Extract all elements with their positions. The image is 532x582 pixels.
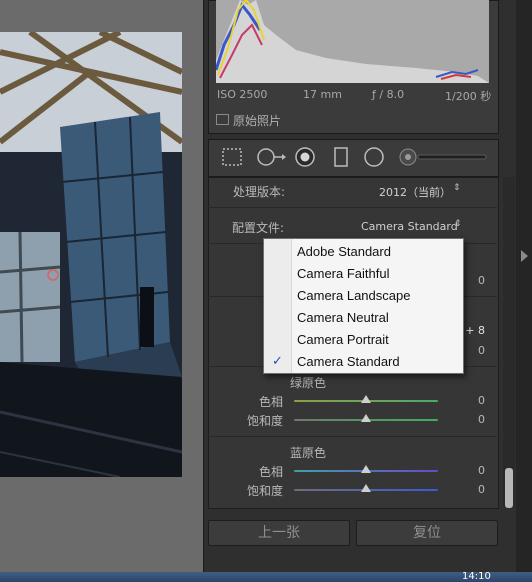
exif-iso: ISO 2500 bbox=[217, 88, 268, 101]
menu-item-camera-portrait[interactable]: Camera Portrait bbox=[297, 332, 389, 347]
photo-canvas[interactable] bbox=[0, 0, 203, 582]
panel-scrollbar-thumb[interactable] bbox=[505, 468, 513, 508]
check-icon: ✓ bbox=[272, 353, 283, 368]
process-version-label: 处理版本: bbox=[233, 185, 286, 199]
expand-arrow-icon[interactable] bbox=[521, 250, 528, 262]
green-primary-title: 绿原色 bbox=[290, 376, 327, 390]
panel-scrollbar[interactable] bbox=[503, 177, 515, 507]
divider bbox=[208, 436, 497, 437]
divider bbox=[208, 207, 497, 208]
menu-item-adobe-standard[interactable]: Adobe Standard bbox=[297, 244, 391, 259]
profile-chevron-icon[interactable]: ⇕ bbox=[454, 219, 462, 229]
profile-dropdown-menu: Adobe Standard Camera Faithful Camera La… bbox=[263, 238, 464, 374]
blue-primary-title: 蓝原色 bbox=[290, 446, 327, 460]
original-photo-label: 原始照片 bbox=[233, 114, 282, 128]
blue-hue-label: 色相 bbox=[259, 465, 284, 479]
menu-item-camera-neutral[interactable]: Camera Neutral bbox=[297, 310, 389, 325]
exif-shutter: 1/200 秒 bbox=[445, 90, 492, 103]
right-panel-edge bbox=[516, 0, 532, 582]
exif-focal-length: 17 mm bbox=[303, 88, 342, 101]
green-hue-value[interactable]: 0 bbox=[465, 394, 485, 407]
hidden-row-value: 0 bbox=[478, 274, 485, 287]
crop-icon[interactable] bbox=[221, 147, 243, 167]
menu-item-camera-standard[interactable]: Camera Standard bbox=[297, 354, 400, 369]
blue-saturation-label: 饱和度 bbox=[247, 484, 284, 498]
spot-removal-icon[interactable] bbox=[256, 147, 286, 167]
blue-saturation-value[interactable]: 0 bbox=[465, 483, 485, 496]
red-hue-value: + 8 bbox=[465, 324, 485, 337]
original-photo-checkbox[interactable] bbox=[216, 114, 229, 125]
os-taskbar bbox=[0, 572, 532, 582]
blue-hue-value[interactable]: 0 bbox=[465, 464, 485, 477]
histogram-graph bbox=[216, 0, 489, 83]
photo-image bbox=[0, 32, 182, 477]
graduated-filter-icon[interactable] bbox=[330, 147, 352, 167]
blue-hue-thumb[interactable] bbox=[361, 465, 371, 473]
radial-filter-icon[interactable] bbox=[363, 147, 385, 167]
profile-dropdown[interactable]: Camera Standard bbox=[361, 220, 458, 233]
green-hue-thumb[interactable] bbox=[361, 395, 371, 403]
menu-item-camera-faithful[interactable]: Camera Faithful bbox=[297, 266, 389, 281]
red-saturation-value: 0 bbox=[478, 344, 485, 357]
adjustment-brush-icon[interactable] bbox=[398, 147, 488, 167]
process-version-dropdown[interactable]: 2012（当前） bbox=[379, 184, 451, 200]
photo-preview[interactable] bbox=[0, 32, 182, 477]
green-saturation-value[interactable]: 0 bbox=[465, 413, 485, 426]
profile-label: 配置文件: bbox=[232, 221, 285, 235]
process-version-chevron-icon[interactable]: ⇕ bbox=[453, 183, 461, 193]
taskbar-clock: 14:10 bbox=[462, 571, 491, 582]
reset-button[interactable]: 复位 bbox=[356, 520, 498, 546]
menu-item-camera-landscape[interactable]: Camera Landscape bbox=[297, 288, 410, 303]
histogram[interactable] bbox=[216, 0, 489, 83]
exif-aperture: ƒ / 8.0 bbox=[372, 88, 405, 101]
blue-saturation-thumb[interactable] bbox=[361, 484, 371, 492]
green-hue-label: 色相 bbox=[259, 395, 284, 409]
previous-button[interactable]: 上一张 bbox=[208, 520, 350, 546]
green-saturation-label: 饱和度 bbox=[247, 414, 284, 428]
green-saturation-thumb[interactable] bbox=[361, 414, 371, 422]
red-eye-icon[interactable] bbox=[294, 147, 316, 167]
